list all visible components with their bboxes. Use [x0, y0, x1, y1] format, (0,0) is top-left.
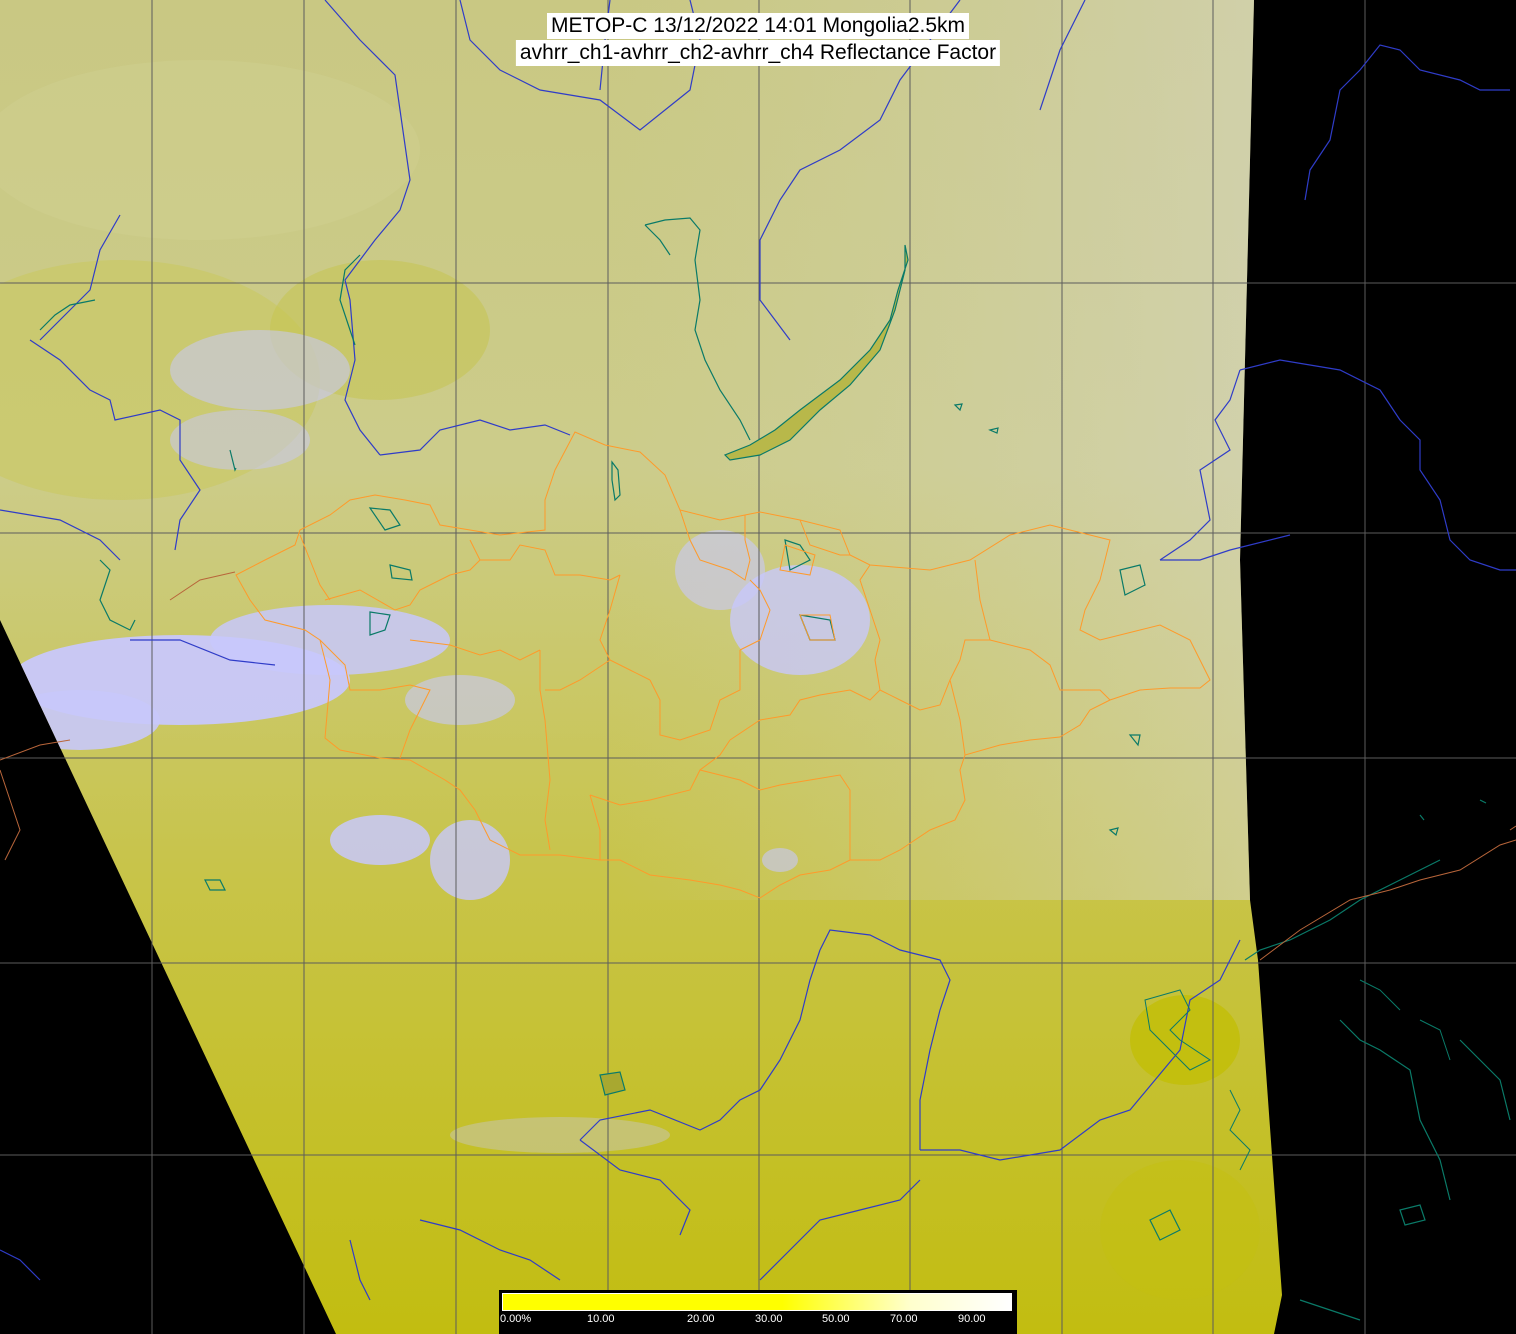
colorbar-label-5: 70.00: [890, 1313, 918, 1325]
satellite-map: [0, 0, 1516, 1334]
colorbar-label-0: 0.00%: [500, 1313, 532, 1325]
colorbar-label-4: 50.00: [822, 1313, 850, 1325]
map-title-line-1: METOP-C 13/12/2022 14:01 Mongolia2.5km: [546, 13, 970, 39]
colorbar-legend: 0.00% 10.00 20.00 30.00 50.00 70.00 90.0…: [499, 1290, 1017, 1334]
colorbar-label-3: 30.00: [755, 1313, 783, 1325]
map-title-line-2: avhrr_ch1-avhrr_ch2-avhrr_ch4 Reflectanc…: [515, 40, 1001, 66]
colorbar-gradient: [502, 1293, 1012, 1311]
colorbar-label-2: 20.00: [687, 1313, 715, 1325]
colorbar-label-6: 90.00: [958, 1313, 986, 1325]
colorbar-label-1: 10.00: [587, 1313, 615, 1325]
